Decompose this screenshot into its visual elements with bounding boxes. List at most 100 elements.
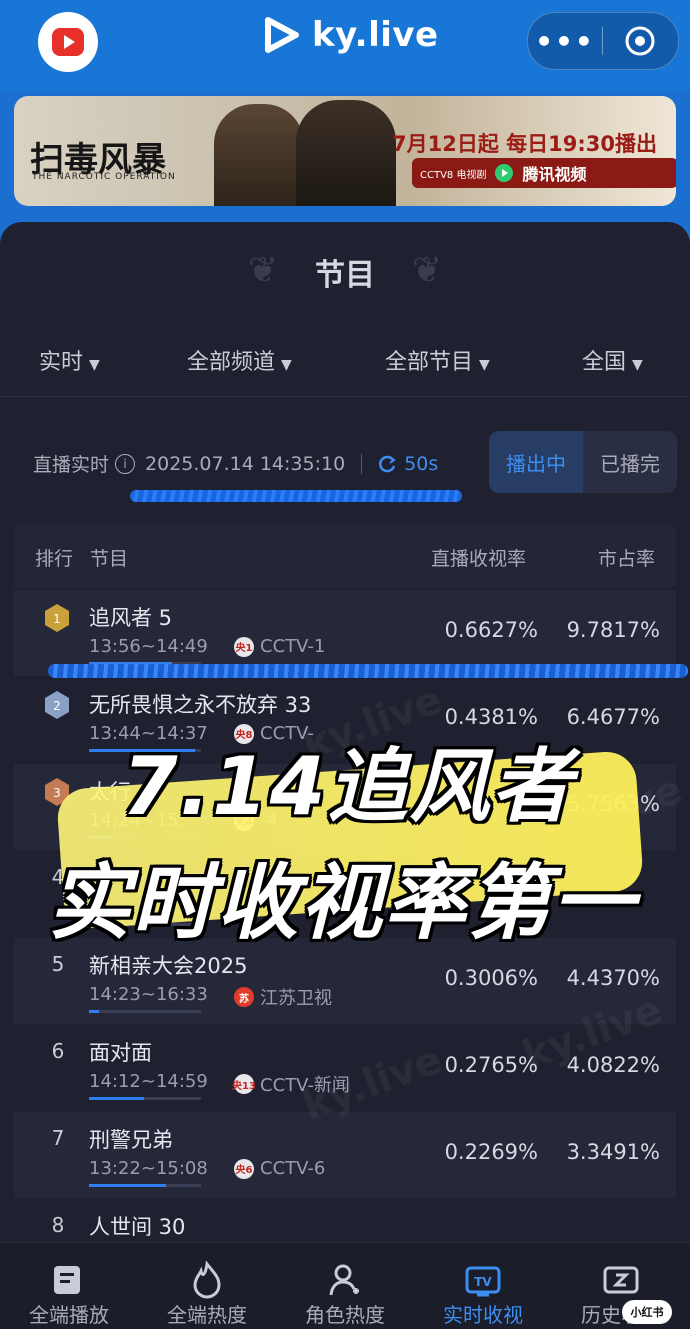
blue-scribble-mark — [48, 664, 688, 678]
channel-logo-icon: 苏 — [234, 987, 254, 1007]
filter-bar: 实时 ▼ 全部频道 ▼ 全部节目 ▼ 全国 ▼ — [0, 344, 690, 378]
tab-finished[interactable]: 已播完 — [583, 431, 677, 493]
live-divider — [361, 453, 363, 474]
program-progress-bar — [89, 1097, 201, 1100]
channel: 苏江苏卫视 — [234, 984, 332, 1010]
market-share: 4.4370% — [566, 966, 660, 990]
brand-logo-icon — [265, 17, 299, 53]
program-time: 13:56~14:49 — [89, 636, 208, 657]
rank-number: 5 — [51, 952, 65, 976]
promo-banner[interactable]: 扫毒风暴 THE NARCOTIC OPERATION 7月12日起 每日19:… — [14, 96, 676, 206]
tab-role-heat[interactable]: 角色热度 — [276, 1243, 414, 1329]
filter-divider — [0, 396, 690, 397]
live-rating: 0.3006% — [444, 966, 538, 990]
filter-label: 实时 — [39, 350, 84, 375]
market-share: 3.3491% — [566, 1140, 660, 1164]
tab-on-air[interactable]: 播出中 — [489, 431, 583, 493]
live-status: 直播实时 i 2025.07.14 14:35:10 50s — [33, 450, 438, 477]
top-bar: ky.live ••• — [0, 0, 690, 90]
header-rating[interactable]: 直播收视率 — [431, 544, 526, 571]
bottom-tab-bar: 全端播放 全端热度 角色热度 TV 实时收视 历史收视 — [0, 1242, 690, 1329]
live-label: 直播实时 — [33, 454, 110, 476]
panel-title: 节目 — [315, 258, 375, 293]
market-share: 9.7817% — [566, 618, 660, 642]
filter-program[interactable]: 全部节目 ▼ — [385, 344, 490, 376]
channel-name: CCTV-6 — [260, 1158, 326, 1179]
rank-medal-icon: 1 — [45, 604, 69, 632]
program-time: 14:12~14:59 — [89, 1071, 208, 1092]
program-name: 面对面 — [89, 1041, 152, 1065]
banner-actor-image — [214, 104, 304, 206]
svg-text:TV: TV — [474, 1275, 492, 1289]
tab-all-heat[interactable]: 全端热度 — [138, 1243, 276, 1329]
overlay-caption-line1: 7.14追风者 — [122, 740, 574, 833]
program-name: 追风者 5 — [89, 606, 173, 630]
program-progress-bar — [89, 1010, 201, 1013]
program-name: 无所畏惧之永不放弃 33 — [89, 693, 312, 717]
dropdown-arrow-icon: ▼ — [479, 357, 490, 373]
channel-name: 江苏卫视 — [260, 988, 332, 1009]
filter-time[interactable]: 实时 ▼ — [39, 344, 100, 376]
progress-fill — [89, 1010, 100, 1013]
live-rating: 0.6627% — [444, 618, 538, 642]
filter-label: 全部频道 — [187, 350, 276, 375]
channel-logo-icon: 央1 — [234, 636, 254, 657]
filter-label: 全国 — [582, 350, 627, 375]
header-rank: 排行 — [35, 548, 74, 570]
rank-number: 2 — [53, 699, 61, 713]
dropdown-arrow-icon: ▼ — [632, 357, 643, 373]
brand-name: ky.live — [312, 15, 439, 55]
banner-partners: CCTV8 电视剧 腾讯视频 — [412, 158, 676, 188]
tv-icon: TV — [465, 1266, 501, 1297]
tab-label: 实时收视 — [443, 1303, 523, 1327]
person-icon — [329, 1264, 359, 1296]
info-icon[interactable]: i — [115, 453, 136, 474]
live-timestamp: 2025.07.14 14:35:10 — [145, 452, 346, 475]
live-rating: 0.2269% — [444, 1140, 538, 1164]
blue-scribble-mark — [130, 490, 462, 502]
table-header: 排行 节目 直播收视率 市占率 — [14, 524, 676, 588]
rank-number: 8 — [51, 1213, 65, 1237]
channel-logo-icon: 央13 — [232, 1074, 256, 1094]
brand: ky.live — [262, 14, 439, 56]
channel: 央6 CCTV-6 — [234, 1158, 325, 1179]
program-time: 13:22~15:08 — [89, 1158, 208, 1179]
dropdown-arrow-icon: ▼ — [281, 357, 292, 373]
tab-all-play[interactable]: 全端播放 — [0, 1243, 138, 1329]
tencent-video-icon — [495, 164, 514, 182]
banner-subtitle: THE NARCOTIC OPERATION — [32, 172, 176, 182]
app-logo-icon[interactable] — [38, 12, 98, 72]
flame-icon — [193, 1260, 221, 1299]
rank-number: 3 — [53, 786, 61, 800]
progress-fill — [89, 1184, 167, 1187]
tencent-video-label: 腾讯视频 — [522, 165, 587, 184]
channel-name: CCTV-1 — [260, 636, 326, 657]
target-icon[interactable] — [603, 25, 677, 57]
banner-actor-image — [296, 100, 396, 206]
tab-label: 全端热度 — [167, 1303, 247, 1327]
xiaohongshu-badge: 小红书 — [622, 1300, 672, 1324]
more-dots-icon[interactable]: ••• — [528, 25, 602, 58]
tab-label: 角色热度 — [305, 1303, 385, 1327]
refresh-value: 50s — [404, 452, 439, 475]
filter-label: 全部节目 — [385, 350, 474, 375]
history-icon — [603, 1266, 639, 1294]
program-time: 14:23~16:33 — [89, 984, 208, 1005]
filter-region[interactable]: 全国 ▼ — [582, 344, 643, 376]
table-row[interactable]: 7 刑警兄弟 13:22~15:08 央6 CCTV-6 0.2269% 3.3491% — [14, 1112, 676, 1198]
channel: 央1 CCTV-1 — [234, 636, 325, 657]
filter-channel[interactable]: 全部频道 ▼ — [187, 344, 292, 376]
header-share[interactable]: 市占率 — [598, 544, 655, 571]
tab-realtime-rating[interactable]: TV 实时收视 — [414, 1243, 552, 1329]
rank-number: 7 — [51, 1126, 65, 1150]
rank-medal-icon: 2 — [45, 691, 69, 719]
rank-number: 1 — [53, 612, 61, 626]
cctv8-label: CCTV8 电视剧 — [420, 169, 487, 181]
dropdown-arrow-icon: ▼ — [89, 357, 100, 373]
program-name: 人世间 30 — [89, 1215, 186, 1239]
header-program: 节目 — [90, 548, 129, 570]
banner-date: 7月12日起 每日19:30播出 — [392, 132, 657, 156]
refresh-countdown[interactable]: 50s — [378, 453, 438, 475]
overlay-caption-line2: 实时收视率第一 — [48, 856, 636, 951]
mini-program-capsule: ••• — [527, 12, 679, 70]
